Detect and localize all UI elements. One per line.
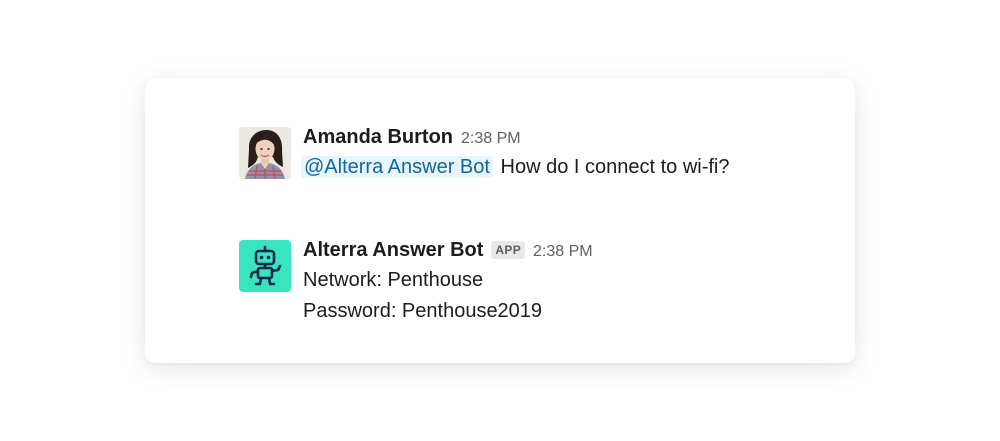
robot-icon [249,245,282,286]
message-content: Amanda Burton 2:38 PM @Alterra Answer Bo… [301,126,730,183]
message-timestamp[interactable]: 2:38 PM [461,130,521,148]
mention-link[interactable]: @Alterra Answer Bot [301,156,493,178]
message-header: Amanda Burton 2:38 PM [303,126,730,152]
bot-avatar[interactable] [239,240,291,292]
message-timestamp[interactable]: 2:38 PM [533,243,593,261]
message-item: Alterra Answer Bot APP 2:38 PM Network: … [239,239,593,327]
message-text-body: How do I connect to wi-fi? [500,156,730,178]
message-header: Alterra Answer Bot APP 2:38 PM [303,239,593,265]
message-text: @Alterra Answer Bot How do I connect to … [301,152,730,183]
user-photo-icon [239,127,291,179]
user-avatar[interactable] [239,127,291,179]
message-line-network: Network: Penthouse [303,269,484,291]
sender-name[interactable]: Amanda Burton [303,126,453,149]
message-line-password: Password: Penthouse2019 [303,300,543,322]
message-content: Alterra Answer Bot APP 2:38 PM Network: … [303,239,593,327]
app-badge: APP [491,241,525,259]
message-item: Amanda Burton 2:38 PM @Alterra Answer Bo… [239,126,730,183]
message-card: Amanda Burton 2:38 PM @Alterra Answer Bo… [145,78,855,363]
sender-name[interactable]: Alterra Answer Bot [303,239,483,262]
